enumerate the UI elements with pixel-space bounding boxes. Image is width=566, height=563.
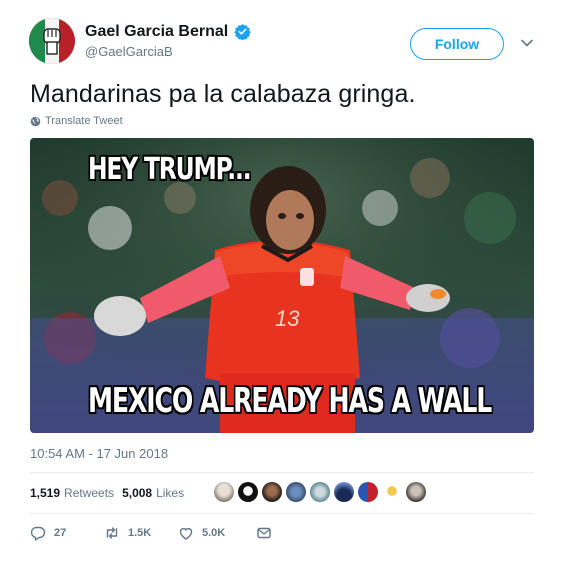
liker-avatar[interactable]	[358, 482, 378, 502]
tweet-media-image[interactable]: 13 HEY TRUMP... MEXICO ALREADY HAS A WAL…	[30, 138, 534, 433]
liker-avatars	[214, 482, 426, 502]
retweet-icon	[106, 527, 118, 539]
likes-stat[interactable]: 5,008 Likes	[122, 486, 184, 500]
translate-tweet-link[interactable]: Translate Tweet	[30, 115, 123, 127]
tweet-text: Mandarinas pa la calabaza gringa.	[30, 80, 416, 108]
tweet-timestamp[interactable]: 10:54 AM - 17 Jun 2018	[30, 446, 168, 461]
heart-icon	[179, 527, 193, 540]
verified-icon	[234, 24, 251, 40]
liker-avatar[interactable]	[382, 482, 402, 502]
user-handle[interactable]: @GaelGarciaB	[85, 44, 173, 59]
liker-avatar[interactable]	[334, 482, 354, 502]
like-button[interactable]: 5.0K	[178, 525, 256, 541]
liker-avatar[interactable]	[214, 482, 234, 502]
chevron-down-icon[interactable]	[520, 36, 534, 50]
reply-count: 27	[54, 527, 67, 539]
liker-avatar[interactable]	[406, 482, 426, 502]
retweets-label: Retweets	[64, 486, 115, 500]
direct-message-button[interactable]	[256, 525, 272, 541]
divider	[30, 472, 534, 473]
liker-avatar[interactable]	[310, 482, 330, 502]
meme-top-caption: HEY TRUMP...	[88, 152, 252, 187]
tweet-stats: 1,519 Retweets 5,008 Likes	[30, 480, 192, 506]
tweet-actions: 27 1.5K 5.0K	[30, 525, 272, 541]
meme-bottom-caption: MEXICO ALREADY HAS A WALL	[88, 381, 492, 421]
retweets-stat[interactable]: 1,519 Retweets	[30, 486, 114, 500]
fist-logo-icon	[43, 28, 61, 55]
reply-button[interactable]: 27	[30, 525, 104, 541]
likes-count: 5,008	[122, 486, 153, 500]
retweets-count: 1,519	[30, 486, 61, 500]
reply-icon	[30, 526, 46, 541]
globe-icon	[30, 116, 41, 126]
tweet-header: Gael Garcia Bernal @GaelGarciaB Follow	[29, 18, 549, 68]
retweet-count: 1.5K	[128, 527, 152, 539]
liker-avatar[interactable]	[238, 482, 258, 502]
like-count: 5.0K	[202, 527, 226, 539]
likes-label: Likes	[156, 486, 185, 500]
jersey-number: 13	[275, 306, 300, 331]
avatar[interactable]	[29, 18, 75, 64]
liker-avatar[interactable]	[286, 482, 306, 502]
user-name[interactable]: Gael Garcia Bernal	[85, 23, 228, 41]
divider	[30, 513, 534, 514]
translate-label: Translate Tweet	[45, 115, 123, 127]
retweet-button[interactable]: 1.5K	[104, 525, 178, 541]
message-icon	[257, 527, 271, 539]
follow-button[interactable]: Follow	[410, 28, 504, 60]
liker-avatar[interactable]	[262, 482, 282, 502]
